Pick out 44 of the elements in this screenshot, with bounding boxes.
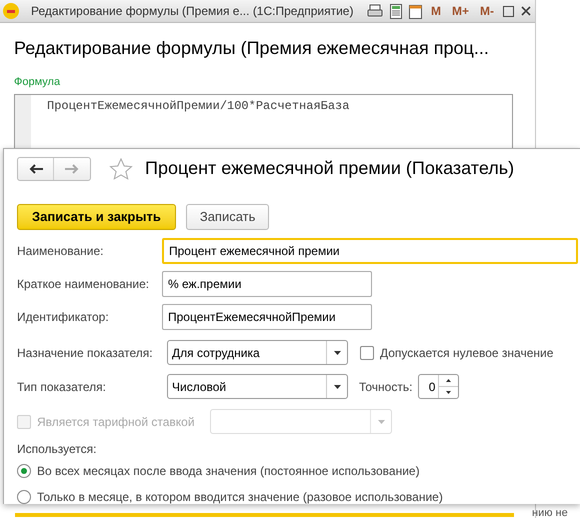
memory-button[interactable]: M	[428, 2, 443, 20]
formula-label: Формула	[14, 75, 62, 90]
checkbox[interactable]	[360, 346, 374, 360]
text-field[interactable]: % еж.премии	[162, 271, 372, 297]
text-field[interactable]: Процент ежемесячной премии	[162, 238, 578, 264]
field-label: Точность:	[359, 378, 412, 396]
app-logo-icon	[3, 3, 19, 19]
field-label: Тип показателя:	[17, 378, 107, 396]
radio-label: Только в месяце, в котором вводится значение (разовое использование)	[37, 489, 443, 506]
checkbox-label: Является тарифной ставкой	[37, 414, 195, 430]
radio-button[interactable]	[17, 464, 31, 478]
text-field[interactable]: ПроцентЕжемесячнойПремии	[162, 304, 372, 330]
number-spinner[interactable]: 0	[418, 374, 460, 399]
dropdown-field[interactable]: Числовой	[167, 374, 348, 399]
down-arrow-icon[interactable]	[446, 391, 452, 394]
close-icon[interactable]	[521, 6, 531, 16]
background-text: нию не	[532, 506, 568, 518]
checkbox-label: Допускается нулевое значение	[380, 344, 554, 362]
memory-button[interactable]: M+	[450, 2, 471, 20]
radio-button[interactable]	[17, 490, 31, 504]
dropdown-caret-icon[interactable]	[334, 350, 340, 354]
save-and-close-button[interactable]: Записать и закрыть	[17, 204, 176, 230]
field-label: Идентификатор:	[17, 309, 110, 326]
save-button[interactable]: Записать	[186, 204, 270, 230]
field-label: Назначение показателя:	[17, 344, 154, 362]
form-heading: Редактирование формулы (Премия ежемесячная проц...	[14, 37, 490, 60]
usage-label: Используется:	[17, 441, 98, 458]
dropdown-field[interactable]: Для сотрудника	[167, 340, 348, 365]
forward-arrow-icon	[65, 164, 79, 174]
field-label: Наименование:	[17, 243, 105, 260]
window-title: Процент ежемесячной премии (Показатель)	[145, 157, 514, 180]
up-arrow-icon[interactable]	[446, 379, 452, 382]
dropdown-caret-icon[interactable]	[334, 384, 340, 388]
printer-icon[interactable]	[366, 4, 383, 18]
dropdown-field[interactable]	[210, 409, 392, 434]
back-arrow-icon	[28, 164, 42, 174]
star-icon[interactable]	[109, 158, 133, 180]
radio-label: Во всех месяцах после ввода значения (постоянное использование)	[37, 463, 420, 480]
window-title: Редактирование формулы (Премия е... (1С:Предприятие)	[31, 3, 354, 20]
field-label: Краткое наименование:	[17, 276, 150, 293]
calendar-icon[interactable]	[408, 4, 422, 18]
calculator-icon[interactable]	[390, 4, 402, 18]
memory-button[interactable]: M-	[478, 2, 496, 20]
maximize-icon[interactable]	[503, 6, 514, 16]
